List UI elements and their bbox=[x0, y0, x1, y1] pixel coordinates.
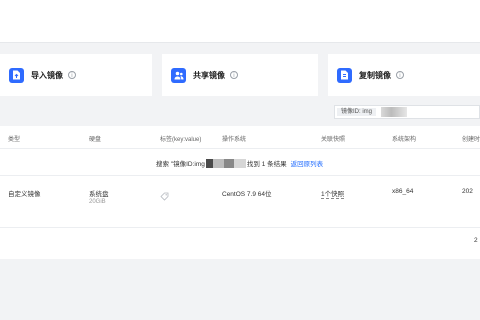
operating-system: CentOS 7.9 64位 bbox=[222, 191, 272, 198]
disk-type: 系统盘 bbox=[89, 191, 109, 198]
tag-edit-icon[interactable] bbox=[160, 188, 169, 206]
copy-image-card[interactable]: 复制镜像 i bbox=[328, 54, 480, 96]
redacted-value bbox=[381, 107, 407, 117]
notice-prefix: 搜索 "镜像ID:img bbox=[156, 161, 205, 168]
redacted-value bbox=[205, 158, 246, 168]
disk-size: 20GiB bbox=[89, 199, 106, 205]
image-type: 自定义镜像 bbox=[8, 191, 41, 198]
upload-file-icon bbox=[9, 67, 24, 83]
divider bbox=[0, 175, 480, 176]
share-users-icon bbox=[171, 67, 186, 83]
divider bbox=[0, 148, 480, 149]
notice-suffix: 找到 1 条结果 bbox=[246, 161, 287, 168]
search-filter-tag[interactable]: 镜像ID: img bbox=[337, 108, 377, 116]
info-icon[interactable]: i bbox=[230, 71, 238, 79]
system-arch: x86_64 bbox=[392, 188, 414, 195]
share-image-card[interactable]: 共享镜像 i bbox=[162, 54, 318, 96]
column-header-type: 类型 bbox=[8, 137, 21, 143]
copy-image-label: 复制镜像 bbox=[359, 70, 391, 80]
import-image-card[interactable]: 导入镜像 i bbox=[0, 54, 152, 96]
search-result-notice: 搜索 "镜像ID:img 找到 1 条结果 返回原列表 bbox=[156, 158, 323, 168]
column-header-arch: 系统架构 bbox=[392, 137, 417, 143]
column-header-disk: 硬盘 bbox=[89, 137, 102, 143]
top-bar bbox=[0, 0, 480, 43]
snapshot-link[interactable]: 1个快照 bbox=[321, 188, 345, 199]
column-header-tags: 标签(key:value) bbox=[160, 137, 202, 143]
info-icon[interactable]: i bbox=[68, 71, 76, 79]
import-image-label: 导入镜像 bbox=[31, 70, 63, 80]
divider bbox=[0, 227, 480, 228]
column-header-os: 操作系统 bbox=[222, 137, 247, 143]
total-count: 2 bbox=[474, 237, 478, 244]
share-image-label: 共享镜像 bbox=[193, 70, 225, 80]
created-time: 202 bbox=[462, 188, 473, 195]
info-icon[interactable]: i bbox=[396, 71, 404, 79]
search-input[interactable]: 镜像ID: img bbox=[334, 105, 480, 119]
column-header-created: 创建时 bbox=[462, 137, 480, 143]
copy-file-icon bbox=[337, 67, 352, 83]
back-to-list-link[interactable]: 返回原列表 bbox=[291, 158, 324, 168]
column-header-snapshot: 关联快照 bbox=[321, 137, 346, 143]
